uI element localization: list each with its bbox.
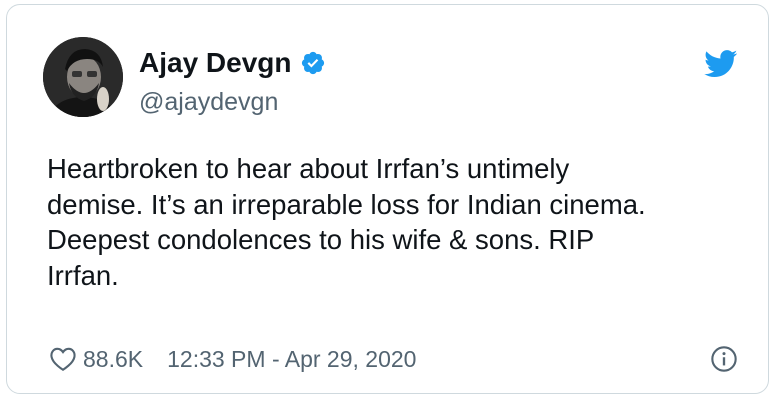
author-handle[interactable]: @ajaydevgn — [139, 88, 278, 116]
like-button[interactable]: 88.6K — [49, 345, 143, 373]
tweet-text-line: Irrfan. — [47, 259, 119, 291]
tweet-card: Ajay Devgn @ajaydevgn Heartbroken to hea… — [6, 4, 769, 394]
like-count: 88.6K — [83, 346, 144, 372]
tweet-timestamp[interactable]: 12:33 PM - Apr 29, 2020 — [167, 345, 416, 373]
verified-badge-icon — [300, 50, 326, 76]
tweet-text-line: demise. It’s an irreparable loss for Ind… — [47, 188, 646, 220]
avatar[interactable] — [43, 37, 123, 117]
avatar-photo — [43, 37, 123, 117]
twitter-bird-icon[interactable] — [704, 50, 738, 78]
author-display-name[interactable]: Ajay Devgn — [139, 47, 292, 79]
tweet-footer: 88.6K 12:33 PM - Apr 29, 2020 — [49, 345, 416, 373]
author-name-row: Ajay Devgn — [139, 47, 326, 79]
tweet-text-line: Heartbroken to hear about Irrfan’s untim… — [47, 153, 570, 184]
info-icon[interactable] — [710, 345, 738, 373]
tweet-text-line: Deepest condolences to his wife & sons. … — [47, 224, 595, 255]
heart-icon[interactable] — [49, 346, 77, 372]
tweet-text: Heartbroken to hear about Irrfan’s untim… — [47, 151, 747, 293]
